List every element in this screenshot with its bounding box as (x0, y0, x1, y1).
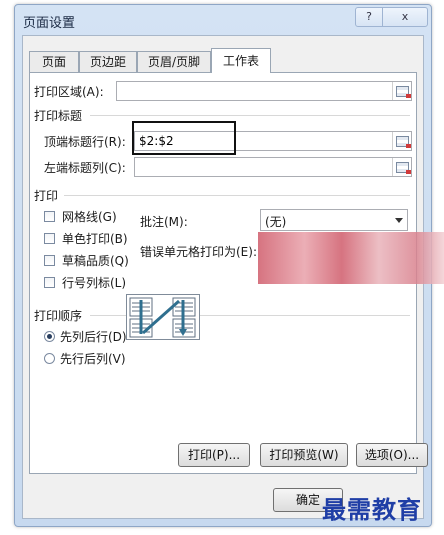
rows-to-repeat-field[interactable] (134, 131, 412, 151)
obscured-errors-dropdown (258, 232, 444, 284)
range-picker-button[interactable] (392, 158, 411, 176)
close-button[interactable]: x (382, 7, 428, 27)
row-col-headings-label: 行号列标(L) (62, 276, 127, 290)
watermark: 最需教育 (322, 495, 422, 524)
chevron-down-icon (395, 218, 403, 223)
columns-to-repeat-field[interactable] (134, 157, 412, 177)
options-button[interactable]: 选项(O)... (356, 443, 428, 467)
page-order-heading: 打印顺序 (34, 309, 83, 323)
print-area-input[interactable] (117, 82, 411, 100)
section-divider (90, 115, 410, 116)
comments-label: 批注(M): (140, 215, 188, 229)
range-picker-button[interactable] (392, 132, 411, 150)
columns-to-repeat-label: 左端标题列(C): (44, 161, 126, 175)
dialog-title: 页面设置 (23, 16, 76, 31)
page-order-preview-icon (126, 294, 200, 340)
help-button[interactable]: ? (355, 7, 383, 27)
tab-header-footer[interactable]: 页眉/页脚 (137, 51, 211, 72)
print-titles-heading: 打印标题 (34, 109, 83, 123)
over-then-down-label: 先行后列(V) (60, 352, 126, 366)
comments-value: (无) (265, 215, 287, 229)
print-button[interactable]: 打印(P)... (178, 443, 250, 467)
collapse-dialog-icon (396, 162, 411, 174)
tab-sheet[interactable]: 工作表 (211, 48, 271, 73)
down-then-over-radio[interactable] (44, 331, 55, 342)
rows-to-repeat-label: 顶端标题行(R): (44, 135, 126, 149)
gridlines-label: 网格线(G) (62, 210, 117, 224)
draft-quality-checkbox[interactable] (44, 255, 55, 266)
comments-dropdown[interactable]: (无) (260, 209, 408, 231)
collapse-dialog-icon (396, 136, 411, 148)
draft-quality-label: 草稿品质(Q) (62, 254, 129, 268)
columns-to-repeat-input[interactable] (135, 158, 411, 176)
black-and-white-checkbox[interactable] (44, 233, 55, 244)
collapse-dialog-icon (396, 86, 411, 98)
cell-errors-label: 错误单元格打印为(E): (140, 245, 257, 259)
gridlines-checkbox[interactable] (44, 211, 55, 222)
row-col-headings-checkbox[interactable] (44, 277, 55, 288)
tab-margins[interactable]: 页边距 (79, 51, 137, 72)
tab-page[interactable]: 页面 (29, 51, 79, 72)
title-bar: 页面设置 ? x (15, 5, 431, 35)
print-preview-button[interactable]: 打印预览(W) (260, 443, 348, 467)
print-area-label: 打印区域(A): (34, 85, 104, 99)
range-picker-button[interactable] (392, 82, 411, 100)
print-area-field[interactable] (116, 81, 412, 101)
print-heading: 打印 (34, 189, 59, 203)
over-then-down-radio[interactable] (44, 353, 55, 364)
section-divider (64, 195, 410, 196)
black-and-white-label: 单色打印(B) (62, 232, 128, 246)
down-then-over-label: 先列后行(D) (60, 330, 127, 344)
rows-to-repeat-input[interactable] (135, 132, 411, 150)
